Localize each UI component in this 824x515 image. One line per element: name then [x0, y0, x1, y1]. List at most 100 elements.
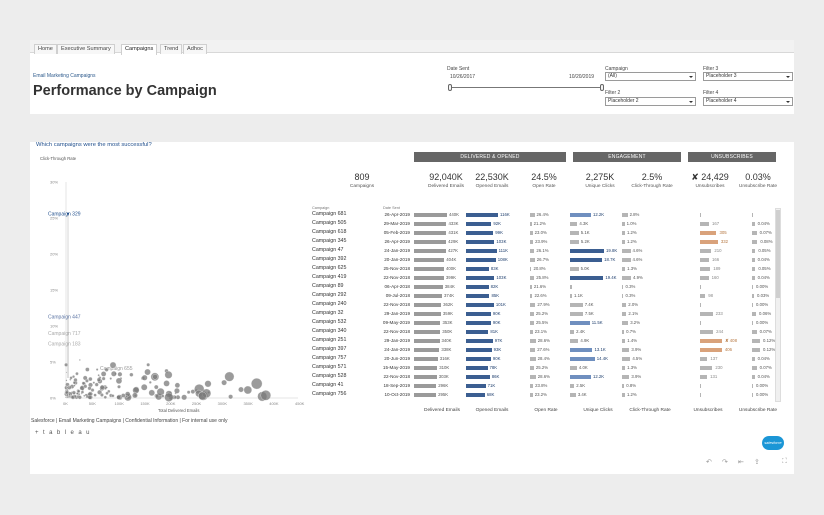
campaign-circle[interactable]	[132, 392, 138, 399]
campaign-circle[interactable]	[73, 377, 78, 383]
campaign-circle[interactable]	[221, 379, 227, 386]
campaign-name[interactable]: Campaign 756	[312, 391, 346, 397]
campaign-circle[interactable]	[101, 376, 106, 381]
campaign-name[interactable]: Campaign 571	[312, 364, 346, 370]
table-row[interactable]: Campaign 528 22-Nov-2018 303K 86K 28.6% 12.2K…	[312, 372, 782, 381]
campaign-name[interactable]: Campaign 240	[312, 301, 346, 307]
campaign-circle[interactable]	[65, 396, 67, 399]
redo-icon[interactable]: ↷	[722, 458, 728, 466]
campaign-circle[interactable]	[224, 371, 235, 382]
campaign-name[interactable]: Campaign 41	[312, 382, 344, 388]
campaign-circle[interactable]	[71, 390, 76, 395]
campaign-circle[interactable]	[186, 390, 191, 394]
campaign-circle[interactable]	[164, 392, 174, 402]
tab-executive-summary[interactable]: Executive Summary	[57, 44, 115, 54]
table-row[interactable]: Campaign 392 20-Jan-2019 404K 108K 26.7% 18.7…	[312, 255, 782, 264]
campaign-circle[interactable]	[251, 378, 263, 390]
campaign-circle[interactable]	[190, 389, 196, 394]
table-row[interactable]: Campaign 47 24-Jan-2019 427K 111K 26.1% 19.8K…	[312, 246, 782, 255]
campaign-circle[interactable]	[85, 379, 89, 383]
campaign-circle[interactable]	[87, 395, 93, 400]
campaign-circle[interactable]	[65, 390, 69, 395]
campaign-circle[interactable]	[99, 384, 105, 390]
campaign-name[interactable]: Campaign 397	[312, 346, 346, 352]
campaign-name[interactable]: Campaign 532	[312, 319, 346, 325]
campaign-circle[interactable]	[100, 371, 107, 377]
campaign-circle[interactable]	[75, 371, 79, 376]
campaign-circle[interactable]	[85, 367, 90, 372]
campaign-circle[interactable]	[94, 382, 99, 387]
campaign-circle[interactable]	[103, 395, 107, 399]
tableau-logo[interactable]: + t a b l e a u	[35, 430, 91, 436]
campaign-circle[interactable]	[76, 389, 81, 394]
campaign-circle[interactable]	[96, 377, 102, 382]
tab-campaigns[interactable]: Campaigns	[121, 44, 158, 55]
fullscreen-icon[interactable]: ⛶	[782, 458, 787, 466]
campaign-circle[interactable]	[100, 393, 104, 397]
table-row[interactable]: Campaign 625 25-Nov-2018 400K 83K 20.8% 5.0K 1…	[312, 264, 782, 273]
table-row[interactable]: Campaign 505 29-Mar-2019 433K 92K 21.2% 4.3K 1…	[312, 219, 782, 228]
campaign-circle[interactable]	[121, 393, 126, 398]
campaign-circle[interactable]	[152, 374, 158, 380]
campaign-circle[interactable]	[66, 393, 69, 397]
campaign-name[interactable]: Campaign 392	[312, 256, 346, 262]
campaign-name[interactable]: Campaign 32	[312, 310, 344, 316]
campaign-circle[interactable]	[68, 385, 70, 388]
campaign-circle[interactable]	[77, 395, 82, 400]
table-row[interactable]: Campaign 532 09-May-2019 353K 90K 25.5% 11.5K…	[312, 318, 782, 327]
table-row[interactable]: Campaign 618 05-Feb-2019 431K 99K 23.0% 5.1K 1…	[312, 228, 782, 237]
table-row[interactable]: Campaign 32 29-Jan-2019 359K 90K 25.2% 7.5K 2.…	[312, 309, 782, 318]
campaign-circle[interactable]	[67, 212, 69, 215]
campaign-filter[interactable]: (All)	[605, 72, 696, 81]
scatter-callout-label[interactable]: Campaign 329	[48, 212, 81, 218]
campaign-circle[interactable]	[68, 396, 71, 398]
date-end-value[interactable]: 10/20/2019	[569, 74, 594, 80]
scatter-callout-label[interactable]: Campaign 447	[48, 315, 81, 321]
campaign-circle[interactable]	[140, 384, 148, 391]
campaign-circle[interactable]	[132, 386, 140, 394]
campaign-circle[interactable]	[161, 394, 165, 398]
campaign-circle[interactable]	[174, 387, 180, 394]
filter-2[interactable]: Placeholder 2	[605, 97, 696, 106]
table-row[interactable]: Campaign 89 06-Apr-2018 384K 82K 21.6% 0.3% 0.…	[312, 282, 782, 291]
breadcrumb[interactable]: Email Marketing Campaigns	[33, 73, 96, 79]
campaign-circle[interactable]	[243, 385, 252, 395]
campaign-name[interactable]: Campaign 757	[312, 355, 346, 361]
campaign-circle[interactable]	[73, 384, 76, 387]
date-start-value[interactable]: 10/26/2017	[450, 74, 475, 80]
campaign-circle[interactable]	[125, 395, 129, 398]
campaign-circle[interactable]	[117, 371, 123, 377]
campaign-circle[interactable]	[181, 394, 188, 401]
slider-start-handle[interactable]	[448, 84, 452, 91]
campaign-circle[interactable]	[95, 368, 99, 371]
campaign-circle[interactable]	[80, 390, 85, 394]
campaign-circle[interactable]	[92, 381, 96, 384]
campaign-circle[interactable]	[87, 386, 92, 391]
campaign-circle[interactable]	[164, 370, 173, 379]
campaign-circle[interactable]	[148, 389, 155, 396]
table-row[interactable]: Campaign 571 15-May-2019 310K 78K 25.2% 4.0K 1…	[312, 363, 782, 372]
table-row[interactable]: Campaign 756 10-Oct-2019 295K 68K 23.2% 3.4K 1…	[312, 390, 782, 399]
tab-home[interactable]: Home	[34, 44, 57, 54]
campaign-name[interactable]: Campaign 419	[312, 274, 346, 280]
filter-3[interactable]: Placeholder 3	[703, 72, 793, 81]
ctr-scatter-plot[interactable]: Click-Through Rate30%25%20%15%10%5%0%0K 5…	[30, 152, 310, 414]
revert-icon[interactable]: ⇤	[738, 458, 744, 466]
undo-icon[interactable]: ↶	[706, 458, 712, 466]
campaign-circle[interactable]	[104, 367, 109, 372]
campaign-circle[interactable]	[105, 386, 108, 389]
campaign-name[interactable]: Campaign 292	[312, 292, 346, 298]
campaign-circle[interactable]	[77, 393, 81, 396]
campaign-circle[interactable]	[117, 384, 121, 389]
campaign-circle[interactable]	[65, 371, 68, 374]
campaign-circle[interactable]	[198, 391, 207, 401]
campaign-circle[interactable]	[64, 362, 68, 367]
campaign-circle[interactable]	[78, 359, 81, 361]
campaign-circle[interactable]	[141, 374, 148, 381]
campaign-circle[interactable]	[260, 390, 271, 401]
table-row[interactable]: Campaign 757 20-Jun-2019 316K 90K 28.4% 14.4K…	[312, 354, 782, 363]
campaign-name[interactable]: Campaign 89	[312, 283, 344, 289]
campaign-circle[interactable]	[105, 391, 109, 395]
table-row[interactable]: Campaign 41 18-Sep-2019 296K 71K 23.8% 2.5K 0.…	[312, 381, 782, 390]
campaign-circle[interactable]	[146, 362, 151, 367]
